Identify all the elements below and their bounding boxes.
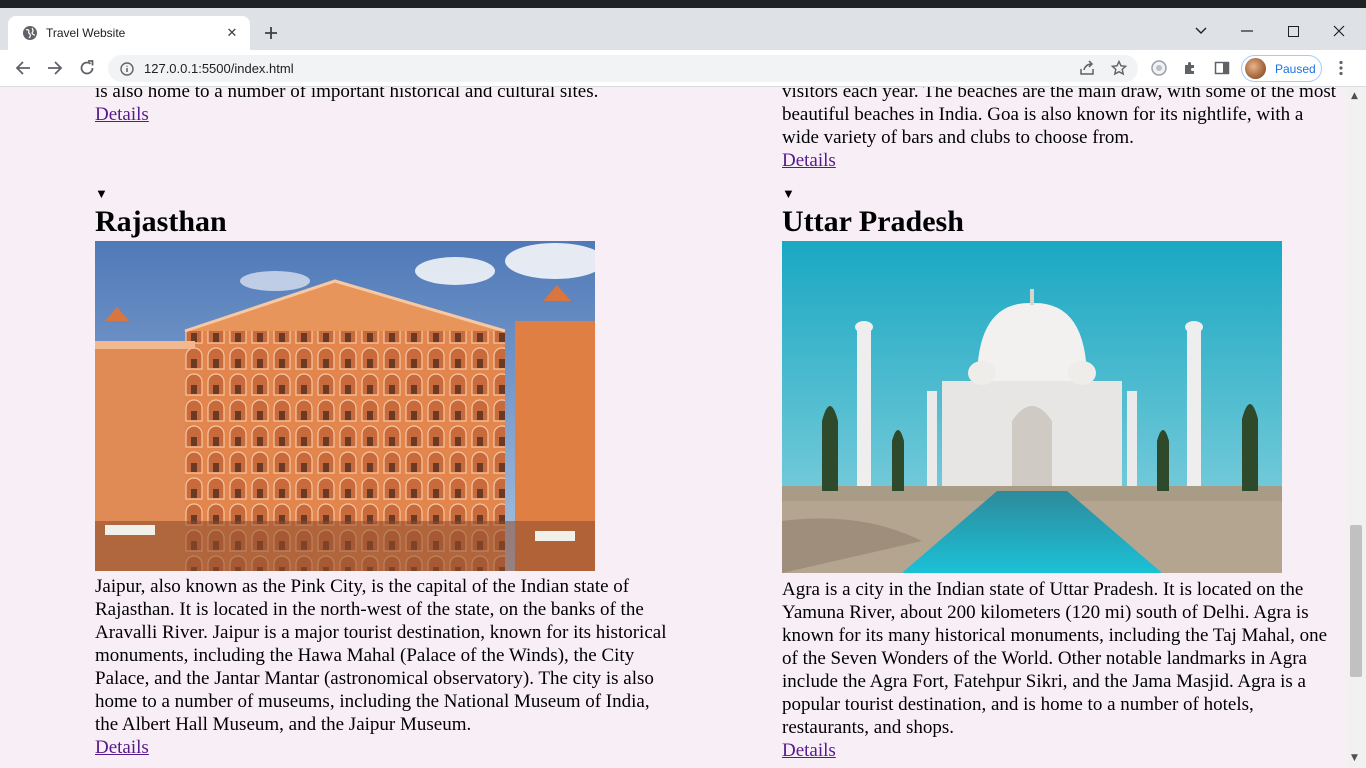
disclosure-triangle-icon[interactable]: ▼ — [782, 186, 795, 202]
left-previous-details-link[interactable]: Details — [95, 103, 149, 126]
window-top-edge — [0, 0, 1366, 8]
vertical-scrollbar[interactable]: ▲ ▼ — [1346, 87, 1366, 768]
back-button[interactable] — [10, 56, 36, 80]
disclosure-triangle-icon[interactable]: ▼ — [95, 186, 108, 202]
tab-title: Travel Website — [46, 26, 126, 40]
bookmark-button[interactable] — [1107, 56, 1131, 80]
new-tab-button[interactable] — [260, 22, 282, 44]
close-icon — [1333, 25, 1345, 37]
section-body-uttar-pradesh: Agra is a city in the Indian state of Ut… — [782, 578, 1342, 762]
address-bar[interactable]: 127.0.0.1:5500/index.html — [108, 55, 1138, 82]
globe-icon — [23, 26, 37, 40]
minimize-icon — [1241, 30, 1253, 32]
reload-icon — [80, 60, 94, 75]
right-previous-text: visitors each year. The beaches are the … — [782, 87, 1336, 148]
profile-button[interactable]: Paused — [1241, 55, 1322, 82]
chevron-down-icon — [1195, 27, 1207, 34]
section-title-uttar-pradesh: Uttar Pradesh — [782, 205, 964, 238]
share-icon — [1080, 60, 1094, 75]
browser-menu-button[interactable] — [1329, 56, 1353, 80]
extension-button[interactable] — [1147, 56, 1171, 80]
taj-mahal-photo — [782, 241, 1282, 573]
minimize-button[interactable] — [1224, 16, 1270, 46]
extension-circle-icon — [1151, 60, 1167, 76]
scroll-down-arrow-icon[interactable]: ▼ — [1351, 753, 1358, 763]
arrow-right-icon — [48, 61, 63, 75]
section-title-rajasthan: Rajasthan — [95, 205, 227, 238]
arrow-left-icon — [15, 61, 30, 75]
section-body-rajasthan: Jaipur, also known as the Pink City, is … — [95, 575, 670, 759]
maximize-button[interactable] — [1270, 16, 1316, 46]
extensions-button[interactable] — [1178, 56, 1202, 80]
profile-status: Paused — [1275, 61, 1316, 76]
right-previous-section: visitors each year. The beaches are the … — [782, 87, 1342, 172]
reload-button[interactable] — [74, 56, 100, 80]
page-viewport: is also home to a number of important hi… — [0, 87, 1366, 768]
browser-tab[interactable]: Travel Website ✕ — [8, 16, 250, 50]
more-vert-icon — [1339, 60, 1343, 76]
forward-button[interactable] — [42, 56, 68, 80]
close-tab-icon[interactable]: ✕ — [224, 25, 240, 41]
section-description-uttar-pradesh: Agra is a city in the Indian state of Ut… — [782, 579, 1328, 738]
plus-icon — [265, 27, 277, 39]
scroll-up-arrow-icon[interactable]: ▲ — [1351, 91, 1358, 101]
avatar — [1245, 58, 1266, 79]
share-button[interactable] — [1075, 56, 1099, 80]
close-window-button[interactable] — [1316, 16, 1362, 46]
star-icon — [1111, 60, 1127, 76]
site-info-icon[interactable] — [120, 61, 134, 76]
url-text[interactable]: 127.0.0.1:5500/index.html — [144, 61, 294, 76]
browser-toolbar: 127.0.0.1:5500/index.html Paused — [0, 50, 1366, 87]
tab-strip: Travel Website ✕ — [0, 8, 1366, 50]
scrollbar-thumb[interactable] — [1350, 525, 1362, 677]
side-panel-button[interactable] — [1210, 56, 1234, 80]
left-previous-section: is also home to a number of important hi… — [95, 87, 675, 126]
rajasthan-details-link[interactable]: Details — [95, 736, 149, 759]
maximize-icon — [1287, 25, 1299, 37]
hawa-mahal-photo — [95, 241, 595, 571]
right-previous-details-link[interactable]: Details — [782, 149, 836, 172]
left-previous-text: is also home to a number of important hi… — [95, 87, 599, 102]
puzzle-icon — [1185, 62, 1194, 74]
page-content: is also home to a number of important hi… — [0, 87, 1346, 768]
tab-search-button[interactable] — [1178, 16, 1224, 46]
section-description-rajasthan: Jaipur, also known as the Pink City, is … — [95, 576, 667, 735]
uttar-pradesh-details-link[interactable]: Details — [782, 739, 836, 762]
side-panel-icon — [1214, 61, 1230, 75]
